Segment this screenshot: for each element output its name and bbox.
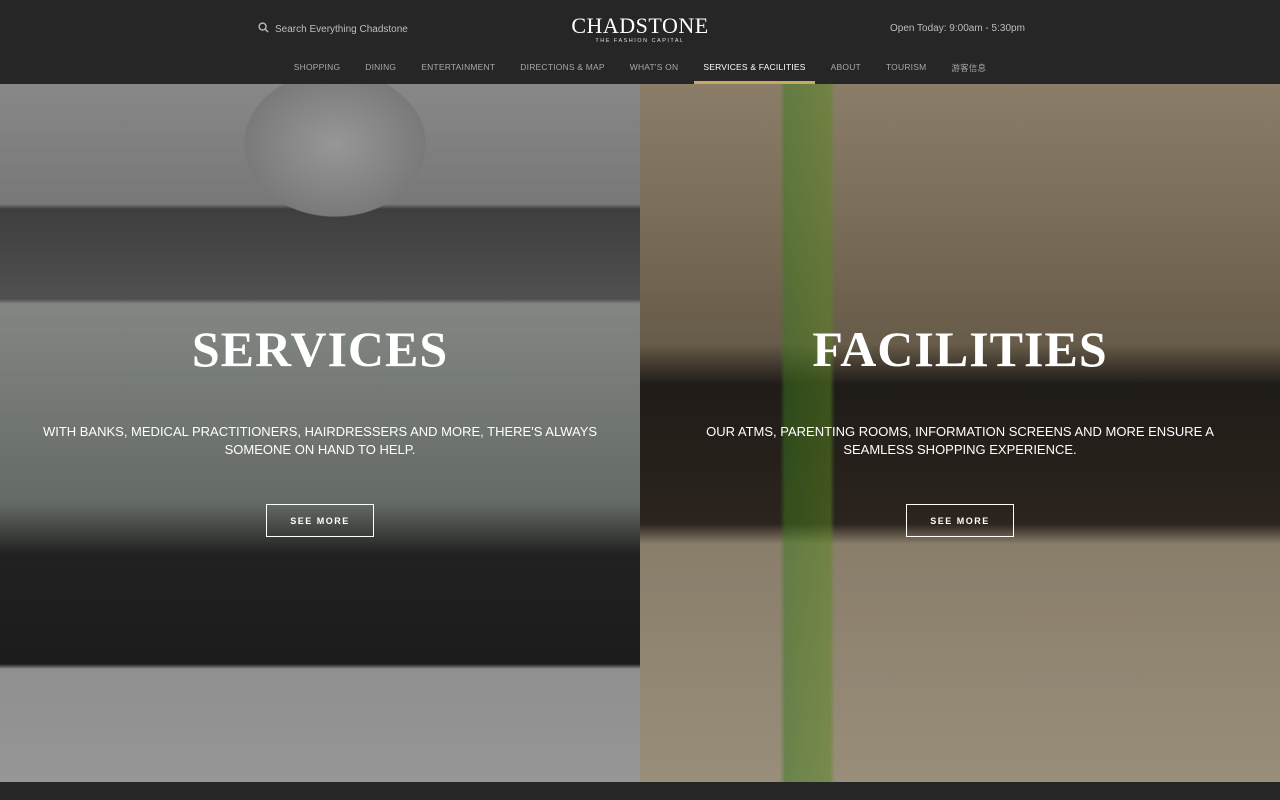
opening-hours: Open Today: 9:00am - 5:30pm <box>890 23 1025 34</box>
main-nav: SHOPPING DINING ENTERTAINMENT DIRECTIONS… <box>0 56 1280 84</box>
facilities-see-more-button[interactable]: SEE MORE <box>906 504 1014 537</box>
services-title: SERVICES <box>191 321 449 377</box>
nav-about[interactable]: ABOUT <box>818 56 873 84</box>
facilities-panel: FACILITIES Our ATMs, parenting rooms, in… <box>640 84 1280 782</box>
nav-shopping[interactable]: SHOPPING <box>281 56 352 84</box>
site-header: Search Everything Chadstone CHADSTONE TH… <box>0 0 1280 84</box>
search-box[interactable]: Search Everything Chadstone <box>258 22 408 36</box>
facilities-title: FACILITIES <box>812 321 1108 377</box>
nav-services-facilities[interactable]: SERVICES & FACILITIES <box>691 56 818 84</box>
nav-entertainment[interactable]: ENTERTAINMENT <box>409 56 508 84</box>
services-panel: SERVICES With banks, medical practitione… <box>0 84 640 782</box>
logo-tagline: THE FASHION CAPITAL <box>595 38 685 44</box>
nav-directions-map[interactable]: DIRECTIONS & MAP <box>508 56 617 84</box>
facilities-description: Our ATMs, parenting rooms, information s… <box>706 424 1214 457</box>
services-see-more-button[interactable]: SEE MORE <box>266 504 374 537</box>
logo-name: CHADSTONE <box>571 13 709 38</box>
nav-tourism[interactable]: TOURISM <box>873 56 938 84</box>
search-input[interactable]: Search Everything Chadstone <box>275 24 408 35</box>
chadstone-logo[interactable]: CHADSTONE THE FASHION CAPITAL <box>540 13 740 45</box>
nav-visitor-info-chinese[interactable]: 游客信息 <box>939 56 999 84</box>
nav-whats-on[interactable]: WHAT'S ON <box>617 56 691 84</box>
search-icon <box>258 22 269 36</box>
services-description: With banks, medical practitioners, haird… <box>42 424 598 457</box>
footer-strip <box>0 782 1280 800</box>
nav-dining[interactable]: DINING <box>353 56 409 84</box>
